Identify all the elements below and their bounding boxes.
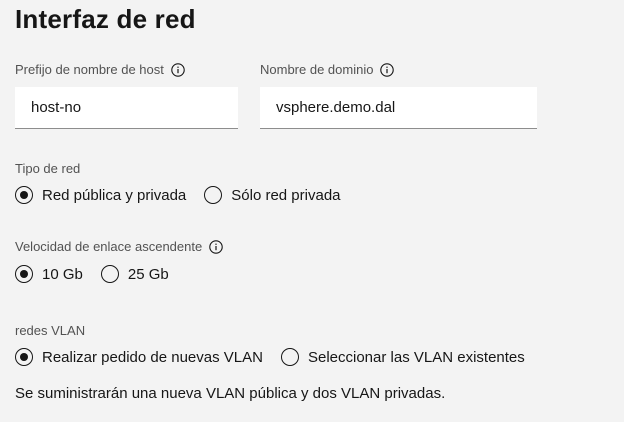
radio-button[interactable]: [204, 186, 223, 204]
network-type-radio-group: Red pública y privada Sólo red privada: [15, 186, 359, 204]
radio-button[interactable]: [100, 265, 119, 283]
radio-button-selected[interactable]: [15, 265, 33, 283]
radio-private-only[interactable]: Sólo red privada: [204, 186, 341, 204]
vlan-label: redes VLAN: [15, 323, 86, 338]
radio-label: 10 Gb: [42, 265, 83, 283]
page-title: Interfaz de red: [15, 4, 196, 34]
info-icon[interactable]: [209, 239, 223, 254]
hostname-input[interactable]: [15, 87, 238, 129]
radio-label: Seleccionar las VLAN existentes: [307, 348, 525, 366]
radio-select-existing-vlans[interactable]: Seleccionar las VLAN existentes: [280, 348, 525, 366]
uplink-speed-radio-group: 10 Gb 25 Gb: [15, 265, 187, 283]
radio-label: Red pública y privada: [42, 186, 187, 204]
radio-dot: [20, 353, 28, 361]
info-icon[interactable]: [380, 62, 395, 77]
network-type-label: Tipo de red: [15, 161, 81, 176]
radio-order-new-vlans[interactable]: Realizar pedido de nuevas VLAN: [15, 348, 263, 366]
radio-10gb[interactable]: 10 Gb: [15, 265, 83, 283]
radio-public-private[interactable]: Red pública y privada: [15, 186, 186, 204]
radio-button-selected[interactable]: [15, 348, 33, 366]
radio-button-selected[interactable]: [15, 186, 33, 204]
radio-dot: [20, 270, 28, 278]
radio-25gb[interactable]: 25 Gb: [100, 265, 169, 283]
uplink-speed-label-text: Velocidad de enlace ascendente: [15, 239, 203, 254]
domain-label: Nombre de dominio: [260, 62, 395, 77]
hostname-label-text: Prefijo de nombre de host: [15, 62, 164, 77]
radio-label: Sólo red privada: [231, 186, 341, 204]
info-icon[interactable]: [171, 62, 185, 77]
radio-button[interactable]: [280, 348, 299, 366]
radio-dot: [20, 191, 28, 199]
domain-label-text: Nombre de dominio: [260, 62, 374, 77]
uplink-speed-label: Velocidad de enlace ascendente: [15, 239, 223, 254]
radio-label: Realizar pedido de nuevas VLAN: [42, 348, 263, 366]
vlan-radio-group: Realizar pedido de nuevas VLAN Seleccion…: [15, 348, 543, 366]
domain-input[interactable]: [260, 87, 537, 129]
radio-label: 25 Gb: [127, 265, 169, 283]
vlan-note: Se suministrarán una nueva VLAN pública …: [15, 385, 446, 402]
hostname-label: Prefijo de nombre de host: [15, 62, 185, 77]
